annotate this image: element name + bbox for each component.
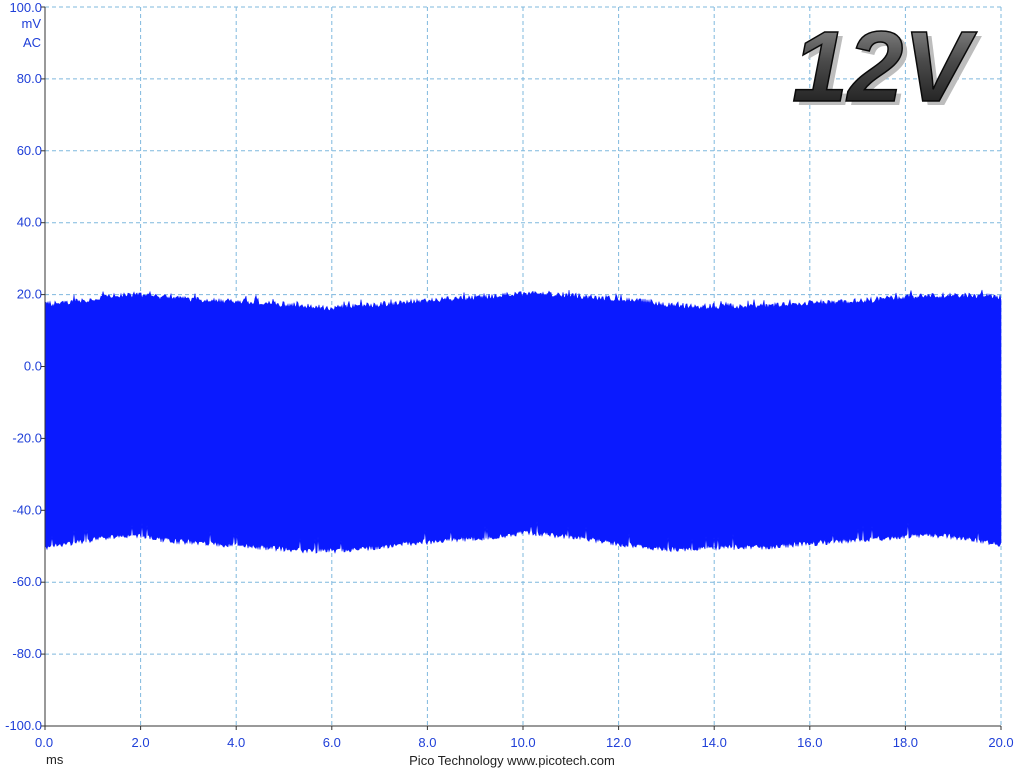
y-tick-label: 80.0 — [17, 71, 42, 86]
y-tick-label: -20.0 — [12, 430, 42, 445]
y-tick-label: 20.0 — [17, 287, 42, 302]
x-unit-label: ms — [46, 752, 64, 767]
voltage-badge-text: 12V — [792, 11, 977, 123]
x-tick-label: 16.0 — [797, 735, 822, 750]
y-tick-label: -80.0 — [12, 646, 42, 661]
footer-label: Pico Technology www.picotech.com — [409, 753, 615, 768]
x-tick-label: 4.0 — [227, 735, 245, 750]
x-tick-label: 18.0 — [893, 735, 918, 750]
oscilloscope-chart: 100.0 80.0 60.0 40.0 20.0 0.0 -20.0 -40.0 -60.0 -… — [5, 0, 1014, 768]
x-tick-label: 6.0 — [323, 735, 341, 750]
y-tick-label: 60.0 — [17, 143, 42, 158]
y-tick-label: -40.0 — [12, 502, 42, 517]
x-tick-label: 0.0 — [35, 735, 53, 750]
coupling-label: AC — [23, 35, 41, 50]
y-tick-label: 100.0 — [9, 0, 42, 15]
x-tick-label: 14.0 — [702, 735, 727, 750]
x-tick-label: 20.0 — [988, 735, 1013, 750]
x-axis-ticks: 0.0 2.0 4.0 6.0 8.0 10.0 12.0 14.0 16.0 18.0 20.0 — [35, 726, 1014, 750]
y-tick-label: -60.0 — [12, 574, 42, 589]
x-tick-label: 2.0 — [132, 735, 150, 750]
x-tick-label: 10.0 — [510, 735, 535, 750]
y-unit-label: mV — [22, 16, 42, 31]
signal-envelope — [44, 289, 1002, 554]
y-tick-label: 40.0 — [17, 215, 42, 230]
y-tick-label: 0.0 — [24, 359, 42, 374]
voltage-badge: 12V 12V — [791, 10, 982, 127]
x-tick-label: 12.0 — [606, 735, 631, 750]
y-axis-ticks: 100.0 80.0 60.0 40.0 20.0 0.0 -20.0 -40.0 -60.0 -… — [5, 0, 45, 733]
x-tick-label: 8.0 — [418, 735, 436, 750]
signal-trace — [44, 289, 1002, 554]
y-tick-label: -100.0 — [5, 718, 42, 733]
